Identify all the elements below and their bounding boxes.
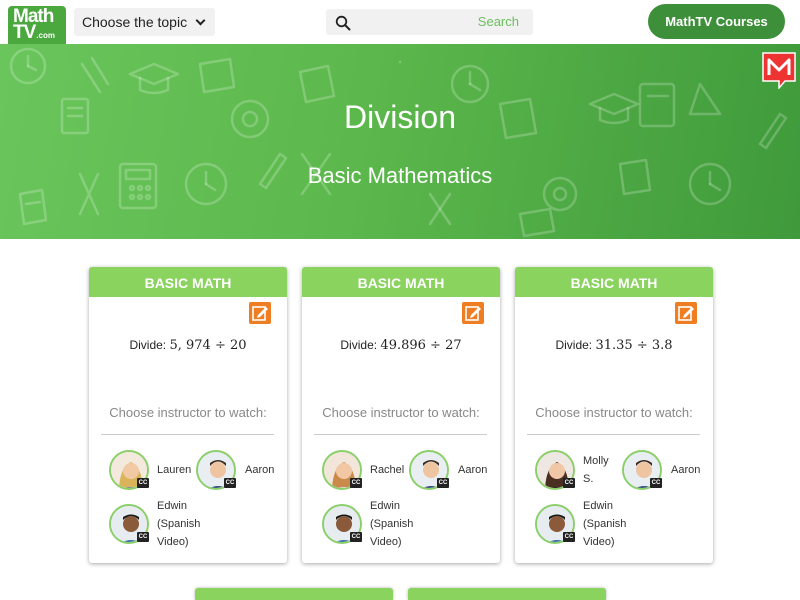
problem-prefix: Divide: bbox=[555, 338, 593, 352]
problem-expression: 49.896 ÷ 27 bbox=[380, 338, 462, 353]
instructor-name: Lauren bbox=[157, 464, 192, 476]
divider bbox=[101, 434, 274, 435]
closed-captions-icon: CC bbox=[437, 478, 449, 488]
search-icon bbox=[335, 15, 351, 31]
problem-prefix: Divide: bbox=[129, 338, 167, 352]
edit-icon[interactable] bbox=[249, 302, 271, 324]
problem-statement: Divide: 5, 974 ÷ 20 bbox=[89, 338, 287, 353]
problem-card: BASIC MATH Divide: 5, 974 ÷ 20 Choose in… bbox=[89, 267, 287, 563]
closed-captions-icon: CC bbox=[350, 478, 362, 488]
logo-text-domain: .com bbox=[36, 31, 55, 40]
choose-instructor-label: Choose instructor to watch: bbox=[535, 405, 693, 420]
mathtv-courses-button[interactable]: MathTV Courses bbox=[648, 4, 785, 39]
card-category: BASIC MATH bbox=[89, 267, 287, 297]
problem-statement: Divide: 49.896 ÷ 27 bbox=[302, 338, 500, 353]
card-category: BASIC MATH bbox=[515, 267, 713, 297]
edit-icon[interactable] bbox=[675, 302, 697, 324]
divider bbox=[314, 434, 487, 435]
mathtv-logo[interactable]: Math TV.com bbox=[8, 6, 66, 48]
logo-text-tv: TV bbox=[13, 22, 36, 43]
problem-card-partial bbox=[408, 588, 606, 600]
choose-topic-dropdown[interactable]: Choose the topic bbox=[74, 8, 215, 36]
search-box: Search bbox=[326, 9, 533, 35]
instructor-name: Molly S. bbox=[583, 455, 609, 485]
problem-expression: 5, 974 ÷ 20 bbox=[169, 338, 247, 353]
edit-icon[interactable] bbox=[462, 302, 484, 324]
choose-instructor-label: Choose instructor to watch: bbox=[322, 405, 480, 420]
closed-captions-icon: CC bbox=[563, 532, 575, 542]
instructor-name: Edwin (Spanish Video) bbox=[583, 500, 627, 548]
top-navigation-bar: Math TV.com Choose the topic Search Math… bbox=[0, 0, 800, 48]
closed-captions-icon: CC bbox=[650, 478, 662, 488]
search-input[interactable] bbox=[362, 12, 462, 32]
choose-instructor-label: Choose instructor to watch: bbox=[109, 405, 267, 420]
instructor-name: Rachel bbox=[370, 464, 405, 476]
instructor-name: Aaron bbox=[671, 464, 701, 476]
search-button[interactable]: Search bbox=[478, 14, 519, 29]
card-category: BASIC MATH bbox=[302, 267, 500, 297]
math-doodle-pattern bbox=[9, 47, 788, 238]
page-subtitle: Basic Mathematics bbox=[307, 163, 493, 188]
problem-statement: Divide: 31.35 ÷ 3.8 bbox=[515, 338, 713, 353]
problem-prefix: Divide: bbox=[340, 338, 378, 352]
mathtv-badge-icon[interactable] bbox=[762, 52, 796, 89]
choose-topic-label: Choose the topic bbox=[82, 14, 188, 30]
closed-captions-icon: CC bbox=[350, 532, 362, 542]
problem-expression: 31.35 ÷ 3.8 bbox=[595, 338, 673, 353]
closed-captions-icon: CC bbox=[224, 478, 236, 488]
chevron-down-icon bbox=[195, 15, 206, 26]
divider bbox=[527, 434, 700, 435]
closed-captions-icon: CC bbox=[137, 532, 149, 542]
instructor-name: Aaron bbox=[458, 464, 488, 476]
closed-captions-icon: CC bbox=[563, 478, 575, 488]
page-title: Division bbox=[343, 99, 457, 135]
instructor-name: Aaron bbox=[245, 464, 275, 476]
closed-captions-icon: CC bbox=[137, 478, 149, 488]
instructor-name: Edwin (Spanish Video) bbox=[370, 500, 414, 548]
problem-card: BASIC MATH Divide: 49.896 ÷ 27 Choose in… bbox=[302, 267, 500, 563]
problem-card: BASIC MATH Divide: 31.35 ÷ 3.8 Choose in… bbox=[515, 267, 713, 563]
hero-banner: Division Basic Mathematics bbox=[0, 44, 800, 239]
problem-card-partial bbox=[195, 588, 393, 600]
instructor-name: Edwin (Spanish Video) bbox=[157, 500, 201, 548]
